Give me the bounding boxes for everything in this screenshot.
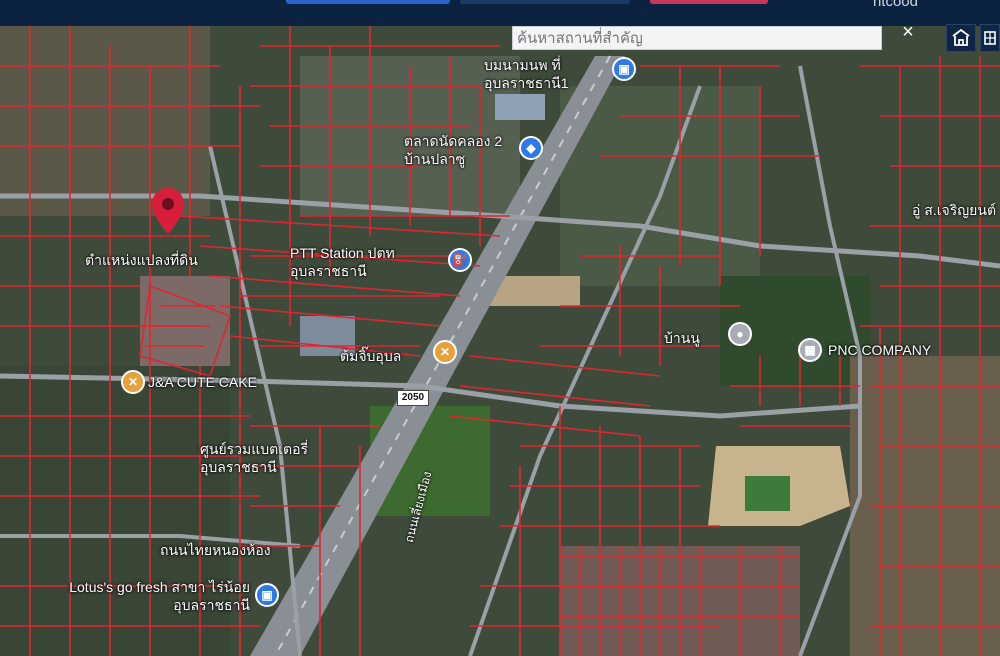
shopping-icon[interactable]: ▣ <box>255 583 279 607</box>
nav-tab-indicator[interactable] <box>460 0 630 4</box>
housing-estate <box>140 276 230 366</box>
poi-label: บมนามนพ ที่ อุบลราชธานี1 <box>484 57 569 91</box>
poi-label: ต้มจิ๊บอุบล <box>340 348 402 364</box>
poi-label: J&A CUTE CAKE <box>148 374 257 390</box>
map-canvas[interactable] <box>0 26 1000 656</box>
nav-tab-indicator[interactable] <box>650 0 768 4</box>
bare-lot <box>490 276 580 306</box>
place-search-box[interactable] <box>512 26 882 50</box>
poi-label: บ้านนู <box>664 330 700 346</box>
highway-shield: 2050 <box>397 390 429 406</box>
building-roof <box>495 94 545 120</box>
layers-icon[interactable] <box>980 24 1000 52</box>
poi-label: PNC COMPANY <box>828 342 932 358</box>
restaurant-icon[interactable]: ✕ <box>433 340 457 364</box>
building-icon[interactable]: ▦ <box>798 338 822 362</box>
satellite-map[interactable] <box>0 26 1000 656</box>
pin-label: ตำแหน่งแปลงที่ดิน <box>85 252 198 268</box>
gas-station-icon[interactable]: ⛽ <box>448 248 472 272</box>
poi-label: ศูนย์รวมแบตเตอรี่ อุบลราชธานี <box>200 441 309 475</box>
poi-label: Lotus's go fresh สาขา ไร่น้อย อุบลราชธาน… <box>69 579 250 613</box>
poi-label: ตลาดนัดคลอง 2 บ้านปลาซู <box>404 133 503 167</box>
shopping-icon[interactable]: ▣ <box>612 57 636 81</box>
login-link[interactable]: ntcood <box>873 0 918 10</box>
close-icon[interactable]: × <box>896 20 920 44</box>
map-pin-icon[interactable] <box>150 186 186 236</box>
poi-label: อู่ ส.เจริญยนต์ <box>912 202 997 218</box>
green-field <box>745 476 790 511</box>
search-input[interactable] <box>513 27 851 49</box>
market-icon[interactable]: ◆ <box>519 136 543 160</box>
building-icon[interactable] <box>946 24 976 52</box>
restaurant-icon[interactable]: ✕ <box>121 370 145 394</box>
nav-tab-indicator[interactable] <box>286 0 450 4</box>
poi-label: PTT Station ปตท อุบลราชธานี <box>290 245 395 279</box>
place-icon[interactable]: ● <box>728 322 752 346</box>
road-label: ถนนไทยหนองห้อง <box>160 542 271 558</box>
top-navigation-bar: ntcood <box>0 0 1000 26</box>
